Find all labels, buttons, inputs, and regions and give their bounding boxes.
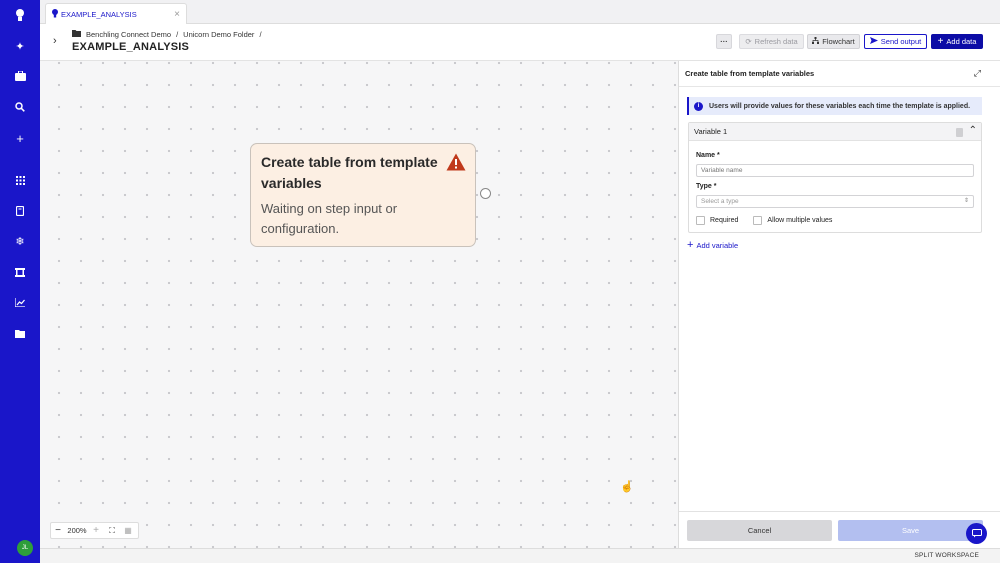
page-header: › Benchling Connect Demo / Unicorn Demo … bbox=[40, 24, 1000, 61]
tab-bar: EXAMPLE_ANALYSIS × bbox=[40, 0, 1000, 24]
bottom-bar: SPLIT WORKSPACE bbox=[40, 548, 1000, 563]
more-options-button[interactable]: ··· bbox=[716, 34, 732, 49]
cancel-button[interactable]: Cancel bbox=[687, 520, 832, 541]
expand-icon[interactable]: ⤢ bbox=[974, 68, 981, 79]
send-icon bbox=[869, 37, 878, 46]
zoom-level: 200% bbox=[67, 526, 87, 535]
lightbulb-icon bbox=[52, 8, 58, 20]
grid-icon[interactable] bbox=[0, 169, 40, 191]
close-icon[interactable]: × bbox=[174, 9, 180, 20]
flowchart-icon bbox=[812, 37, 820, 46]
avatar[interactable]: JL bbox=[17, 540, 33, 556]
refresh-icon: ⟳ bbox=[745, 37, 752, 46]
step-node-status: Waiting on step input or configuration. bbox=[261, 201, 398, 236]
name-label: Name * bbox=[696, 152, 720, 159]
warning-icon bbox=[446, 153, 466, 171]
page-title: EXAMPLE_ANALYSIS bbox=[72, 41, 190, 53]
split-workspace-button[interactable]: SPLIT WORKSPACE bbox=[914, 552, 979, 559]
variable-header-label: Variable 1 bbox=[694, 127, 728, 136]
save-label: Save bbox=[901, 526, 920, 535]
left-nav-rail: ✦ + ❄ JL bbox=[0, 0, 40, 563]
more-options-label: ··· bbox=[720, 37, 728, 46]
type-select-placeholder: Select a type bbox=[701, 198, 739, 205]
cancel-label: Cancel bbox=[747, 526, 772, 535]
trash-icon[interactable] bbox=[956, 128, 963, 137]
type-select[interactable]: Select a type ⇕ bbox=[696, 195, 974, 208]
notebook-icon[interactable] bbox=[0, 200, 40, 222]
flowchart-label: Flowchart bbox=[822, 37, 855, 46]
sparkle-icon[interactable]: ✦ bbox=[0, 35, 40, 57]
save-button[interactable]: Save bbox=[838, 520, 983, 541]
required-checkbox[interactable] bbox=[696, 216, 705, 225]
step-node[interactable]: Create table from template variables Wai… bbox=[250, 143, 476, 247]
search-icon[interactable] bbox=[0, 96, 40, 118]
add-data-label: Add data bbox=[946, 37, 977, 46]
snowflake-icon[interactable]: ❄ bbox=[0, 230, 40, 252]
fit-view-icon[interactable]: ⛶ bbox=[103, 526, 121, 536]
panel-header: Create table from template variables ⤢ bbox=[679, 61, 1000, 87]
node-output-port[interactable] bbox=[480, 188, 491, 199]
refresh-data-button[interactable]: ⟳ Refresh data bbox=[739, 34, 804, 49]
breadcrumb-item[interactable]: Unicorn Demo Folder bbox=[183, 30, 254, 39]
minimap-icon[interactable]: ▦ bbox=[121, 526, 135, 535]
add-variable-button[interactable]: + Add variable bbox=[687, 239, 738, 251]
variable-name-input[interactable] bbox=[696, 164, 974, 177]
checkbox-row: Required Allow multiple values bbox=[696, 216, 832, 225]
panel-title: Create table from template variables bbox=[685, 69, 815, 78]
info-text: Users will provide values for these vari… bbox=[709, 102, 971, 110]
step-node-title: Create table from template variables bbox=[261, 154, 438, 191]
zoom-in-button[interactable]: + bbox=[89, 525, 103, 536]
tab-example-analysis[interactable]: EXAMPLE_ANALYSIS × bbox=[45, 3, 187, 24]
variable-card: Variable 1 ⌃ Name * Type * Select a type… bbox=[688, 122, 982, 233]
type-label: Type * bbox=[696, 183, 717, 190]
chevron-up-icon[interactable]: ⌃ bbox=[969, 125, 977, 136]
required-label: Required bbox=[710, 217, 739, 224]
benchling-logo-icon[interactable] bbox=[0, 4, 40, 26]
folder-icon[interactable] bbox=[0, 322, 40, 344]
step-config-panel: Create table from template variables ⤢ i… bbox=[678, 61, 1000, 548]
chevron-right-icon[interactable]: › bbox=[53, 35, 57, 47]
flowchart-canvas[interactable]: Create table from template variables Wai… bbox=[40, 61, 678, 548]
multiple-values-checkbox[interactable] bbox=[753, 216, 763, 225]
zoom-out-button[interactable]: − bbox=[51, 525, 65, 536]
breadcrumb-separator: / bbox=[259, 30, 262, 39]
chart-icon[interactable] bbox=[0, 291, 40, 313]
breadcrumb-separator: / bbox=[176, 30, 179, 39]
zoom-controls: − 200% + ⛶ ▦ bbox=[50, 522, 139, 539]
send-output-label: Send output bbox=[880, 37, 922, 46]
folder-icon bbox=[72, 30, 81, 39]
flowchart-button[interactable]: Flowchart bbox=[807, 34, 860, 49]
tab-label: EXAMPLE_ANALYSIS bbox=[61, 9, 137, 19]
workflow-icon[interactable] bbox=[0, 261, 40, 283]
add-data-button[interactable]: + Add data bbox=[931, 34, 983, 49]
chat-icon[interactable] bbox=[966, 523, 987, 544]
breadcrumb-item[interactable]: Benchling Connect Demo bbox=[86, 30, 171, 39]
hand-cursor-icon: ☝ bbox=[620, 481, 634, 493]
briefcase-icon[interactable] bbox=[0, 65, 40, 87]
multiple-values-label: Allow multiple values bbox=[767, 217, 833, 224]
plus-icon: + bbox=[687, 239, 694, 251]
info-banner: i Users will provide values for these va… bbox=[687, 97, 982, 115]
plus-icon[interactable]: + bbox=[0, 127, 40, 149]
plus-icon: + bbox=[937, 36, 944, 47]
select-arrows-icon: ⇕ bbox=[963, 198, 969, 204]
info-icon: i bbox=[694, 101, 703, 111]
add-variable-label: Add variable bbox=[696, 240, 739, 250]
variable-card-header[interactable]: Variable 1 ⌃ bbox=[689, 123, 981, 141]
refresh-data-label: Refresh data bbox=[754, 37, 798, 46]
breadcrumb: Benchling Connect Demo / Unicorn Demo Fo… bbox=[72, 30, 262, 39]
send-output-button[interactable]: Send output bbox=[864, 34, 927, 49]
panel-footer: Cancel Save bbox=[679, 511, 1000, 548]
